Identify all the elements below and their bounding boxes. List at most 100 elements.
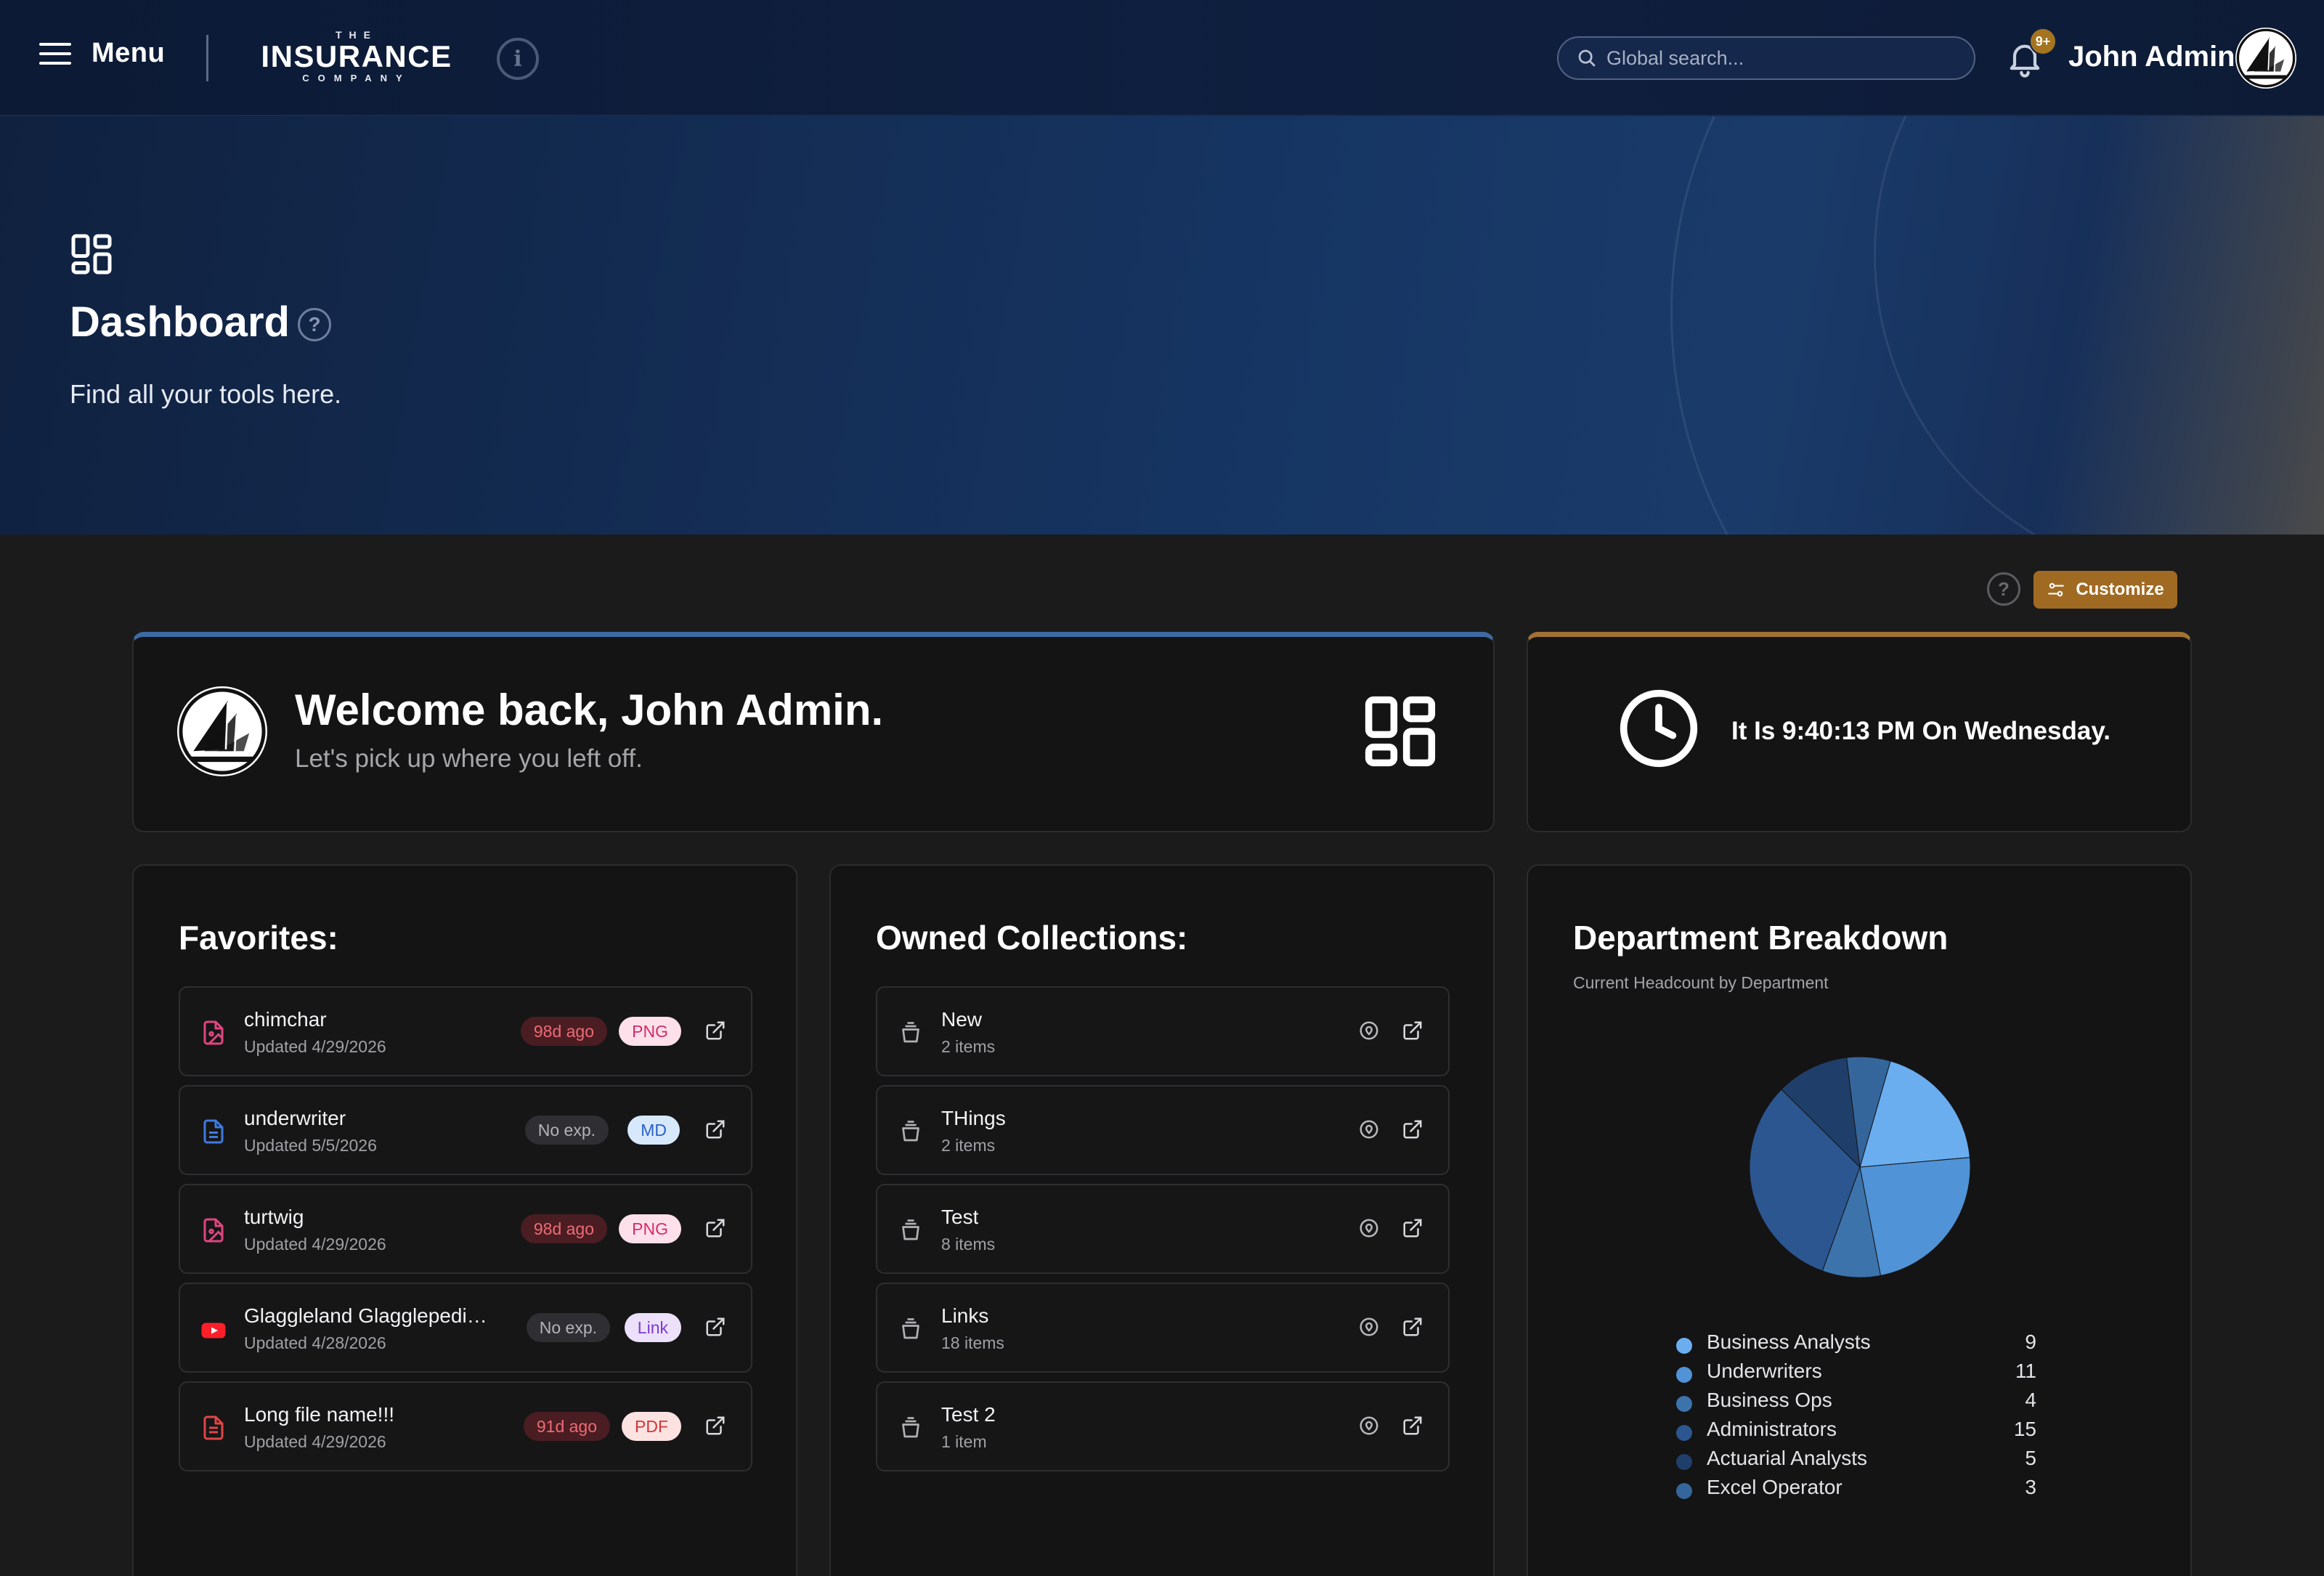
external-link-icon[interactable]: [1402, 1217, 1423, 1239]
image-file-icon: [203, 1020, 224, 1045]
customize-button[interactable]: Customize: [2033, 571, 2177, 609]
legend-swatch: [1676, 1454, 1692, 1470]
external-link-icon[interactable]: [704, 1118, 726, 1140]
collection-icon: [902, 1121, 919, 1142]
user-name[interactable]: John Admin: [2068, 41, 2235, 73]
favorite-updated: Updated 4/28/2026: [244, 1333, 386, 1352]
company-emblem-icon: [179, 688, 266, 775]
legend-value: 15: [2013, 1418, 2036, 1440]
favorites-list: chimchar Updated 4/29/2026 98d ago PNG u…: [179, 986, 752, 1480]
favorite-name: Long file name!!!: [244, 1403, 395, 1426]
legend-value: 5: [2025, 1447, 2036, 1469]
help-icon[interactable]: ?: [1987, 572, 2020, 606]
type-badge: PNG: [619, 1214, 681, 1243]
department-subtitle: Current Headcount by Department: [1573, 973, 1829, 992]
collection-item[interactable]: THings 2 items: [876, 1085, 1450, 1175]
favorite-item[interactable]: Glaggleland Glagglepedia ... Updated 4/2…: [179, 1283, 752, 1373]
legend-item[interactable]: Administrators 15: [1676, 1418, 2036, 1447]
clock-card: It Is 9:40:13 PM On Wednesday.: [1527, 632, 2192, 832]
help-icon[interactable]: ?: [298, 308, 331, 341]
company-emblem-icon: [2236, 28, 2296, 88]
collection-item[interactable]: Test 2 1 item: [876, 1381, 1450, 1471]
clock-text: It Is 9:40:13 PM On Wednesday.: [1731, 717, 2110, 745]
favorite-item[interactable]: Long file name!!! Updated 4/29/2026 91d …: [179, 1381, 752, 1471]
collection-icon: [902, 1318, 919, 1339]
external-link-icon[interactable]: [704, 1020, 726, 1041]
type-badge: Link: [624, 1313, 681, 1342]
dashboard-icon: [71, 234, 112, 275]
department-pie-chart[interactable]: [1747, 1055, 1972, 1280]
menu-button[interactable]: Menu: [39, 38, 165, 69]
department-title: Department Breakdown: [1573, 919, 1949, 956]
notification-badge: 9+: [2029, 28, 2057, 55]
collections-title: Owned Collections:: [876, 919, 1188, 956]
legend-label: Business Analysts: [1707, 1331, 1871, 1353]
pdf-file-icon: [203, 1415, 224, 1440]
legend-label: Business Ops: [1707, 1389, 1832, 1411]
legend-item[interactable]: Excel Operator 3: [1676, 1476, 2036, 1505]
collection-item[interactable]: New 2 items: [876, 986, 1450, 1076]
favorite-item[interactable]: underwriter Updated 5/5/2026 No exp. MD: [179, 1085, 752, 1175]
pin-icon[interactable]: [1358, 1118, 1380, 1140]
legend-swatch: [1676, 1396, 1692, 1412]
notifications-button[interactable]: 9+: [2004, 28, 2057, 80]
expiry-badge: 91d ago: [523, 1412, 610, 1441]
legend-label: Actuarial Analysts: [1707, 1447, 1867, 1469]
legend-item[interactable]: Underwriters 11: [1676, 1360, 2036, 1389]
hamburger-icon: [39, 40, 71, 68]
external-link-icon[interactable]: [1402, 1316, 1423, 1338]
legend-value: 3: [2025, 1476, 2036, 1498]
collection-name: New: [941, 1008, 983, 1031]
favorite-updated: Updated 4/29/2026: [244, 1235, 386, 1254]
favorites-card: Favorites: chimchar Updated 4/29/2026 98…: [132, 864, 797, 1576]
menu-label: Menu: [92, 38, 166, 68]
legend-swatch: [1676, 1425, 1692, 1441]
legend-item[interactable]: Business Analysts 9: [1676, 1331, 2036, 1360]
collection-count: 2 items: [941, 1136, 996, 1155]
collection-item[interactable]: Test 8 items: [876, 1184, 1450, 1274]
legend-value: 11: [2015, 1360, 2036, 1382]
type-badge: MD: [627, 1116, 680, 1145]
legend-label: Excel Operator: [1707, 1476, 1842, 1498]
topbar-divider: [206, 35, 208, 81]
legend-swatch: [1676, 1367, 1692, 1383]
collection-icon: [902, 1219, 919, 1240]
external-link-icon[interactable]: [1402, 1118, 1423, 1140]
collection-item[interactable]: Links 18 items: [876, 1283, 1450, 1373]
pin-icon[interactable]: [1358, 1316, 1380, 1338]
external-link-icon[interactable]: [704, 1316, 726, 1338]
info-icon[interactable]: i: [497, 38, 539, 80]
legend-item[interactable]: Actuarial Analysts 5: [1676, 1447, 2036, 1476]
dashboard-icon: [1365, 696, 1436, 767]
pin-icon[interactable]: [1358, 1415, 1380, 1437]
external-link-icon[interactable]: [704, 1415, 726, 1437]
image-file-icon: [203, 1218, 224, 1243]
top-bar: Menu THE INSURANCE COMPANY i 9+ John Adm…: [0, 0, 2324, 116]
external-link-icon[interactable]: [704, 1217, 726, 1239]
collections-card: Owned Collections: New 2 items THings 2 …: [829, 864, 1495, 1576]
favorite-updated: Updated 5/5/2026: [244, 1136, 377, 1155]
expiry-badge: 98d ago: [520, 1017, 607, 1046]
favorite-item[interactable]: turtwig Updated 4/29/2026 98d ago PNG: [179, 1184, 752, 1274]
pin-icon[interactable]: [1358, 1217, 1380, 1239]
collection-count: 8 items: [941, 1235, 996, 1254]
search-input[interactable]: [1606, 46, 1955, 70]
welcome-card: Welcome back, John Admin. Let's pick up …: [132, 632, 1495, 832]
company-logo[interactable]: THE INSURANCE COMPANY: [251, 29, 462, 90]
collection-count: 2 items: [941, 1037, 996, 1056]
user-avatar[interactable]: [2235, 28, 2296, 89]
logo-insurance: INSURANCE: [261, 39, 452, 73]
welcome-title: Welcome back, John Admin.: [295, 686, 884, 734]
favorite-item[interactable]: chimchar Updated 4/29/2026 98d ago PNG: [179, 986, 752, 1076]
external-link-icon[interactable]: [1402, 1020, 1423, 1041]
department-card: Department Breakdown Current Headcount b…: [1527, 864, 2192, 1576]
external-link-icon[interactable]: [1402, 1415, 1423, 1437]
collection-count: 1 item: [941, 1432, 987, 1451]
type-badge: PDF: [622, 1412, 681, 1441]
global-search[interactable]: [1557, 36, 1975, 80]
legend-item[interactable]: Business Ops 4: [1676, 1389, 2036, 1418]
clock-icon: [1620, 689, 1698, 768]
pin-icon[interactable]: [1358, 1020, 1380, 1041]
expiry-badge: No exp.: [526, 1313, 610, 1342]
favorites-title: Favorites:: [179, 919, 338, 956]
